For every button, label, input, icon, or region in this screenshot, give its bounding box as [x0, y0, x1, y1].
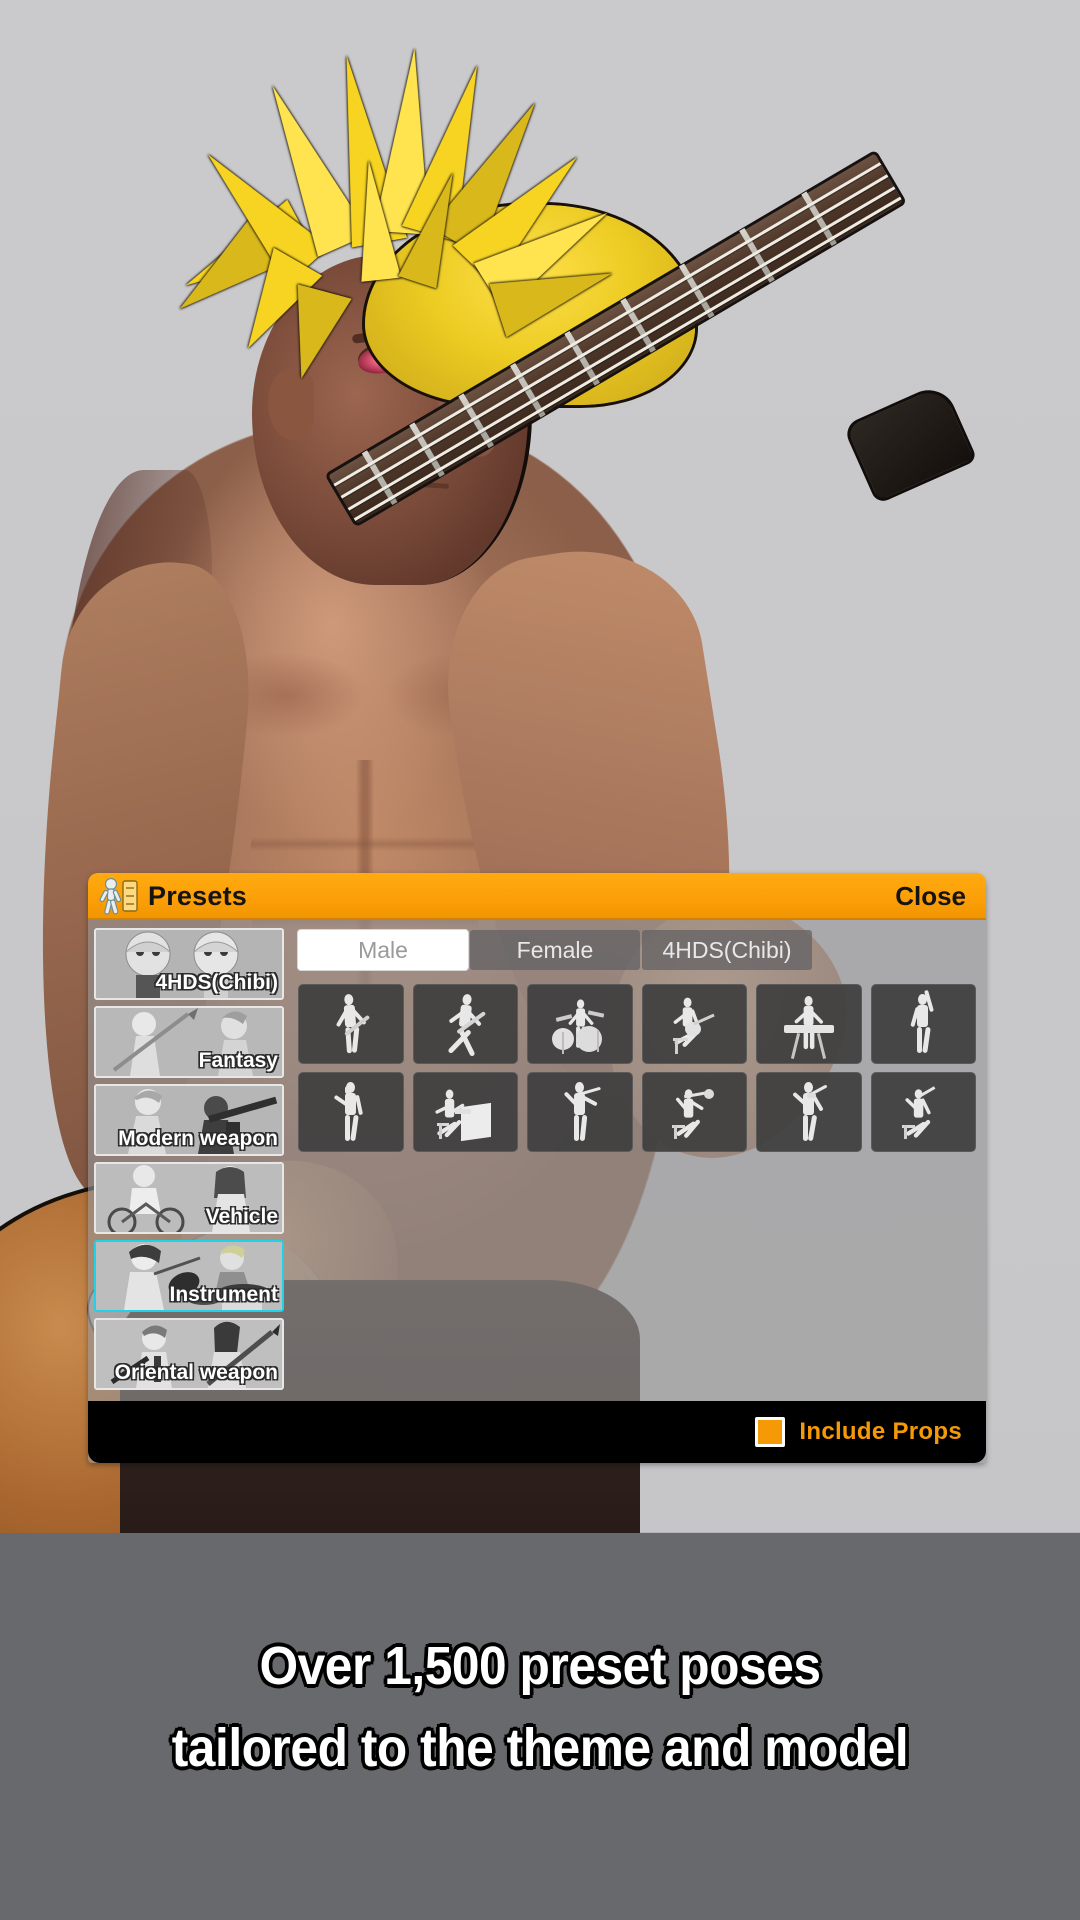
include-props-label: Include Props	[799, 1418, 962, 1445]
category-item-fantasy[interactable]: Fantasy	[94, 1006, 284, 1078]
app-screen: Presets Close 4HDS(Chibi) Fantasy Modern…	[0, 0, 1080, 1920]
pose-grand-piano-seated[interactable]	[412, 1072, 518, 1152]
presets-panel-header: Presets Close	[88, 873, 986, 920]
promo-caption-line-1: Over 1,500 preset poses	[259, 1636, 821, 1696]
category-label: Oriental weapon	[114, 1361, 278, 1384]
promo-caption-line-2: tailored to the theme and model	[171, 1718, 909, 1778]
include-props-checkbox[interactable]	[755, 1417, 786, 1447]
pose-electric-guitar-standing[interactable]	[298, 984, 404, 1064]
presets-content: Male Female 4HDS(Chibi)	[284, 926, 986, 1398]
category-label: Fantasy	[198, 1049, 278, 1072]
pose-violin-standing[interactable]	[756, 1072, 862, 1152]
presets-panel-footer: Include Props	[88, 1401, 986, 1463]
pose-electric-guitar-lunge[interactable]	[412, 984, 518, 1064]
pose-drum-kit[interactable]	[527, 984, 633, 1064]
tab-male[interactable]: Male	[298, 930, 468, 970]
category-label: 4HDS(Chibi)	[155, 971, 279, 994]
pose-acoustic-guitar-seated[interactable]	[641, 984, 747, 1064]
pose-trombone-seated[interactable]	[641, 1072, 747, 1152]
category-label: Modern weapon	[118, 1127, 278, 1150]
tab-female[interactable]: Female	[470, 930, 640, 970]
presets-panel-body: 4HDS(Chibi) Fantasy Modern weapon Vehicl…	[88, 920, 986, 1398]
pose-keyboard-stand[interactable]	[756, 984, 862, 1064]
category-item-instrument[interactable]: Instrument	[94, 1240, 284, 1312]
model-tab-bar: Male Female 4HDS(Chibi)	[298, 930, 976, 970]
character-ear	[268, 370, 314, 440]
pose-microphone-singing[interactable]	[298, 1072, 404, 1152]
category-label: Instrument	[169, 1283, 278, 1306]
category-list: 4HDS(Chibi) Fantasy Modern weapon Vehicl…	[94, 926, 284, 1398]
pose-flute-standing[interactable]	[527, 1072, 633, 1152]
pose-violin-seated[interactable]	[870, 1072, 976, 1152]
guitar-headstock	[842, 381, 978, 505]
category-item-oriental-weapon[interactable]: Oriental weapon	[94, 1318, 284, 1390]
category-item-modern-weapon[interactable]: Modern weapon	[94, 1084, 284, 1156]
promo-caption: Over 1,500 preset poses tailored to the …	[43, 1625, 1037, 1789]
pose-grid	[298, 984, 976, 1152]
pose-arm-raised[interactable]	[870, 984, 976, 1064]
category-item-vehicle[interactable]: Vehicle	[94, 1162, 284, 1234]
tab-4hds-chibi[interactable]: 4HDS(Chibi)	[642, 930, 812, 970]
category-item-4hds-chibi[interactable]: 4HDS(Chibi)	[94, 928, 284, 1000]
presets-panel: Presets Close 4HDS(Chibi) Fantasy Modern…	[88, 873, 986, 1463]
character-hair	[162, 40, 695, 405]
page-title: Presets	[148, 881, 247, 911]
category-label: Vehicle	[205, 1205, 278, 1228]
posing-mannequin-icon	[98, 877, 140, 917]
close-button[interactable]: Close	[895, 881, 966, 912]
